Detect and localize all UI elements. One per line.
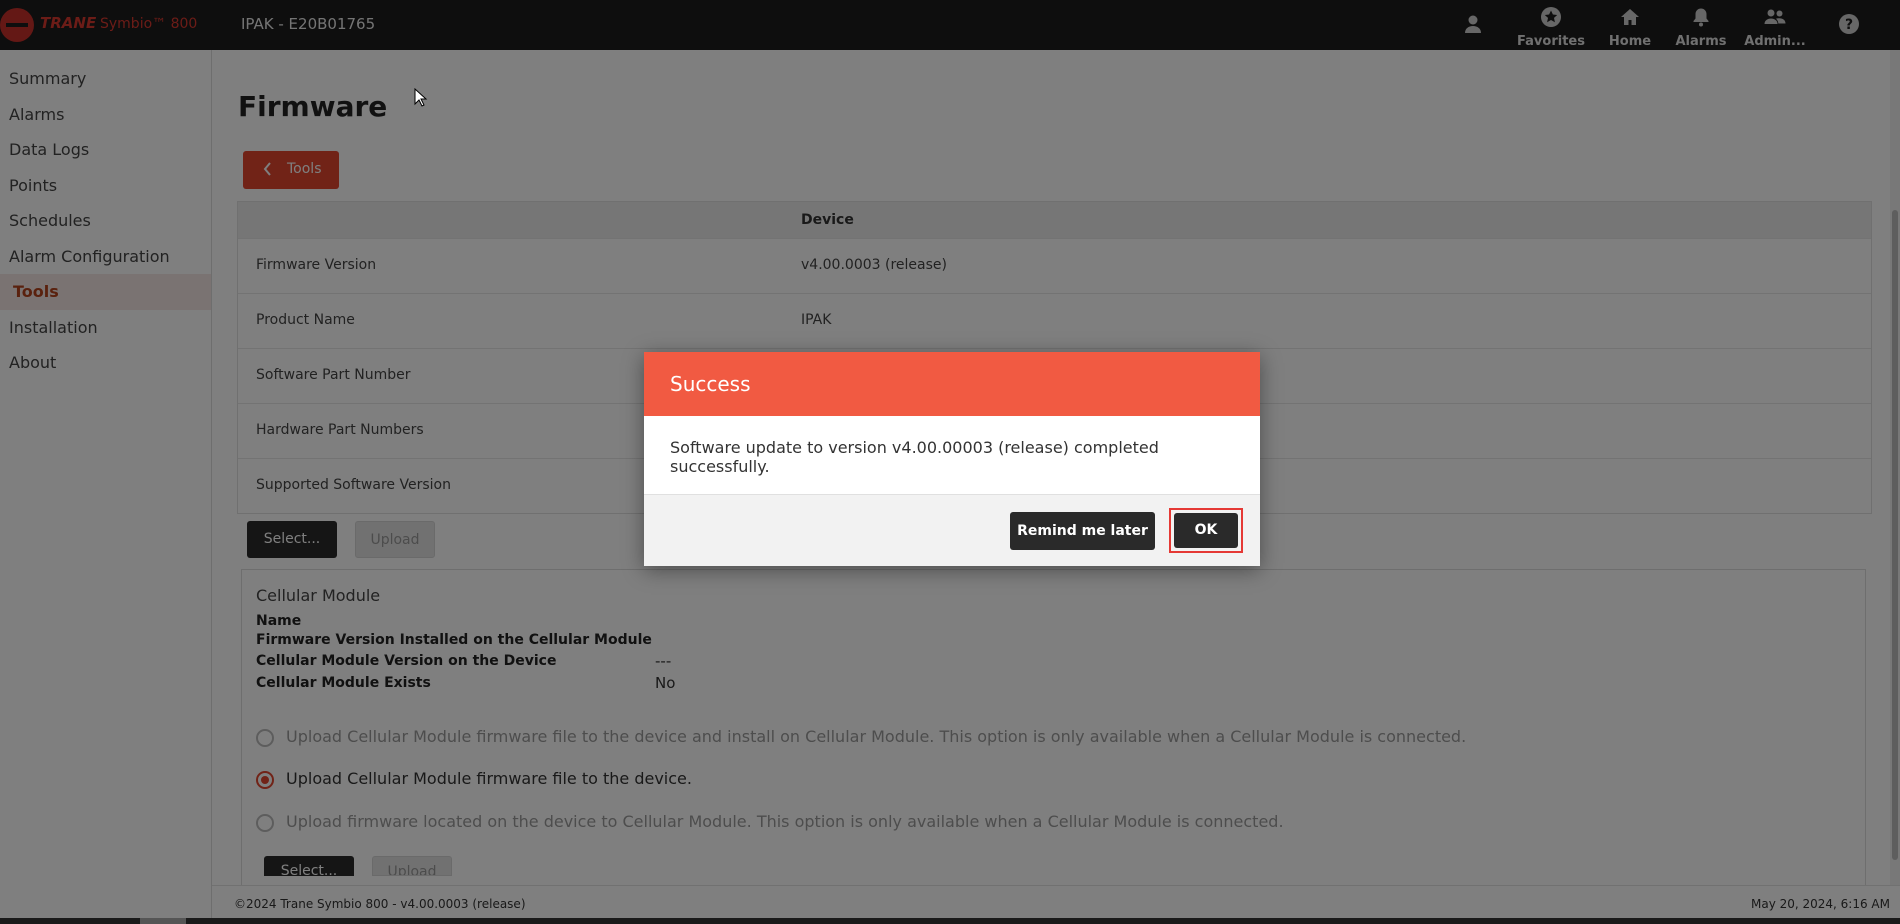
horizontal-scrollbar-thumb[interactable] [140,918,186,924]
dialog-message: Software update to version v4.00.00003 (… [670,438,1159,476]
success-dialog: Success Software update to version v4.00… [644,352,1260,566]
ok-button[interactable]: OK [1174,513,1238,548]
dialog-header: Success [644,352,1260,416]
horizontal-scrollbar[interactable] [0,918,1900,924]
remind-me-later-button[interactable]: Remind me later [1010,512,1155,550]
dialog-title: Success [670,372,751,396]
ok-button-highlight: OK [1169,508,1243,553]
dialog-body: Software update to version v4.00.00003 (… [644,416,1260,494]
dialog-footer: Remind me later OK [644,494,1260,566]
mouse-cursor-icon [414,88,428,107]
